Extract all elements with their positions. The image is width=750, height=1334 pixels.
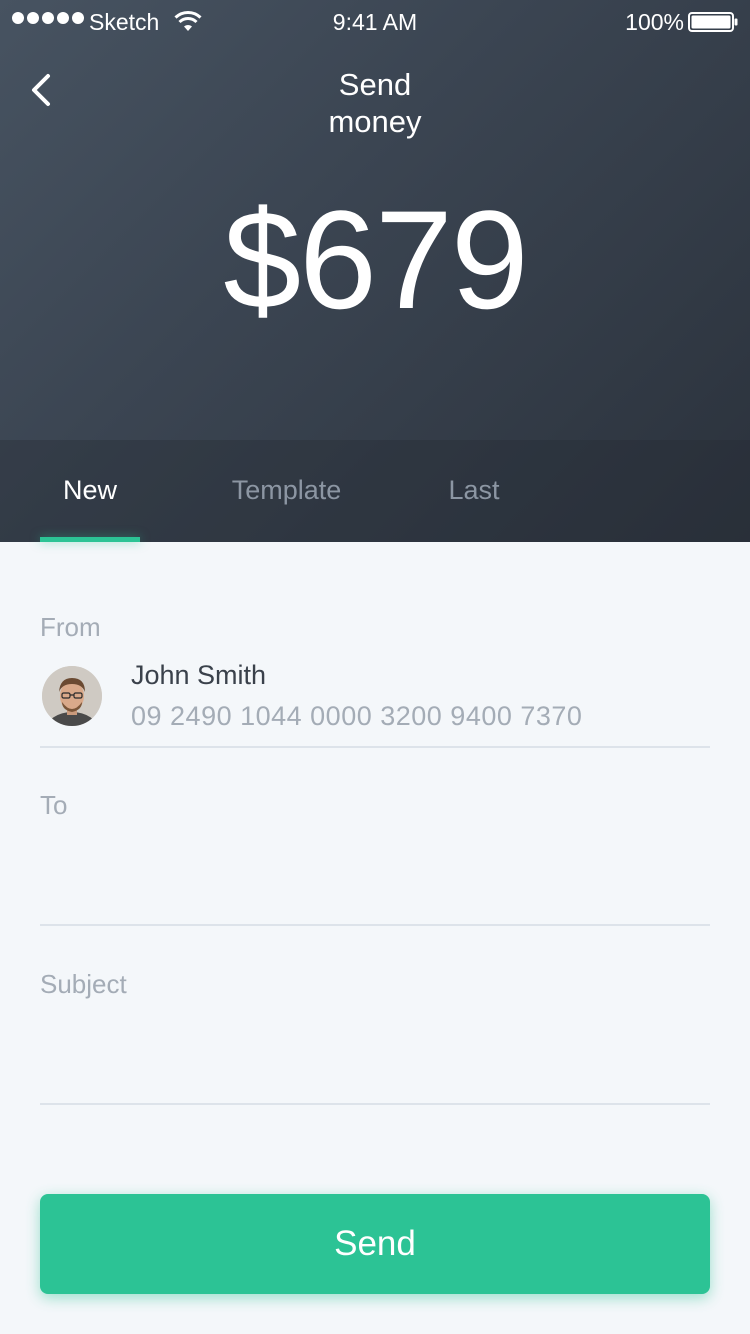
title-line-1: Send xyxy=(338,67,412,102)
title-line-2: money xyxy=(328,104,422,139)
send-button[interactable]: Send xyxy=(40,1194,710,1294)
to-field[interactable] xyxy=(40,837,710,917)
subject-field[interactable] xyxy=(40,1016,710,1096)
sender-account-number: 09 2490 1044 0000 3200 9400 7370 xyxy=(131,701,583,731)
active-tab-indicator xyxy=(40,537,140,542)
from-account-selector[interactable]: John Smith 09 2490 1044 0000 3200 9400 7… xyxy=(40,660,710,748)
avatar xyxy=(42,666,102,726)
tab-template[interactable]: Template xyxy=(200,440,373,542)
header: Sketch 9:41 AM 100% Send money $679 New … xyxy=(0,0,750,542)
status-bar: Sketch 9:41 AM 100% xyxy=(0,0,750,44)
amount-display[interactable]: $679 xyxy=(0,180,750,340)
divider xyxy=(40,924,710,926)
battery-percent: 100% xyxy=(625,9,684,35)
tab-bar: New Template Last xyxy=(0,440,750,542)
subject-label: Subject xyxy=(40,969,127,999)
user-portrait-icon xyxy=(42,666,102,726)
tab-last[interactable]: Last xyxy=(420,440,528,542)
divider xyxy=(40,1103,710,1105)
tab-new[interactable]: New xyxy=(40,440,140,542)
to-label: To xyxy=(40,790,68,820)
page-title: Send money xyxy=(0,66,750,140)
battery-icon xyxy=(688,12,738,32)
divider xyxy=(40,746,710,748)
from-label: From xyxy=(40,612,101,642)
sender-name: John Smith xyxy=(131,660,267,690)
